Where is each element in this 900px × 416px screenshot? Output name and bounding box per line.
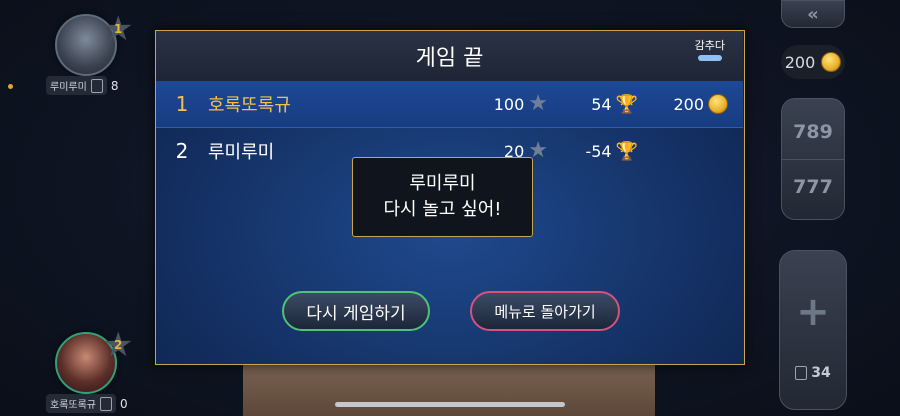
coin-icon — [708, 94, 728, 114]
result-trophies-value: 54 — [591, 94, 612, 114]
player-2-card-count: 0 — [120, 396, 128, 411]
result-name: 호록또록규 — [208, 95, 291, 116]
game-table-edge — [243, 365, 655, 416]
deck-count: 34 — [795, 365, 831, 381]
card-icon — [90, 78, 103, 93]
player-1-name-plate: 루미루미 — [46, 76, 107, 95]
trophy-icon: 🏆 — [615, 140, 638, 162]
card-icon — [100, 396, 112, 411]
score-panel: 789 777 — [781, 98, 845, 220]
turn-indicator-dot — [8, 84, 13, 89]
result-xp-value: 100 — [493, 94, 525, 114]
result-trophies: -54 🏆 — [548, 141, 638, 162]
coin-icon — [821, 52, 842, 72]
chat-bubble-sender: 루미루미 — [409, 173, 476, 194]
result-rank: 1 — [175, 92, 189, 116]
toggle-switch — [697, 55, 722, 61]
play-again-button[interactable]: 다시 게임하기 — [282, 291, 430, 331]
result-xp: 100 ★ — [448, 93, 548, 115]
hide-toggle-button[interactable]: 감추다 — [695, 37, 725, 61]
double-chevron-left-icon: « — [807, 3, 819, 25]
player-1-rank-badge: ★ 1 — [103, 12, 133, 46]
player-1-name: 루미루미 — [50, 82, 87, 93]
back-to-menu-button[interactable]: 메뉴로 돌아가기 — [470, 291, 620, 331]
score-bottom: 777 — [793, 175, 833, 198]
coin-balance-value: 200 — [784, 52, 816, 72]
chat-bubble-message: 다시 놀고 싶어! — [383, 199, 502, 220]
player-2-name-plate: 호록또록규 — [46, 394, 116, 413]
result-rank: 2 — [175, 139, 189, 163]
player-2-rank: 2 — [114, 338, 123, 352]
result-trophies-value: -54 — [585, 141, 612, 161]
dialog-title: 게임 끝 — [415, 46, 484, 71]
result-trophies: 54 🏆 — [548, 94, 638, 115]
collapse-button[interactable]: « — [781, 0, 845, 28]
coin-balance: 200 — [781, 45, 845, 79]
player-2-rank-badge: ★ 2 — [103, 328, 133, 362]
dialog-header: 게임 끝 감추다 — [156, 31, 743, 82]
result-gold-value: 200 — [673, 94, 704, 114]
score-top: 789 — [793, 120, 833, 143]
player-1-rank: 1 — [114, 22, 123, 36]
draw-card-button[interactable]: + 34 — [779, 250, 847, 410]
player-2-plate: 호록또록규 0 — [46, 394, 128, 413]
player-2-name: 호록또록규 — [50, 400, 96, 411]
xp-star-icon: ★ — [528, 91, 548, 116]
result-row: 1 호록또록규 100 ★ 54 🏆 200 — [156, 81, 743, 128]
trophy-icon: 🏆 — [615, 93, 638, 115]
home-indicator[interactable] — [335, 402, 565, 407]
player-1-plate: 루미루미 8 — [46, 76, 118, 95]
deck-count-value: 34 — [811, 365, 831, 381]
card-icon — [795, 366, 808, 380]
player-1-card-count: 8 — [110, 78, 119, 93]
chat-bubble: 루미루미 다시 놀고 싶어! — [352, 157, 533, 237]
hide-label: 감추다 — [694, 39, 725, 52]
plus-icon: + — [796, 289, 830, 335]
result-gold: 200 — [638, 94, 728, 114]
